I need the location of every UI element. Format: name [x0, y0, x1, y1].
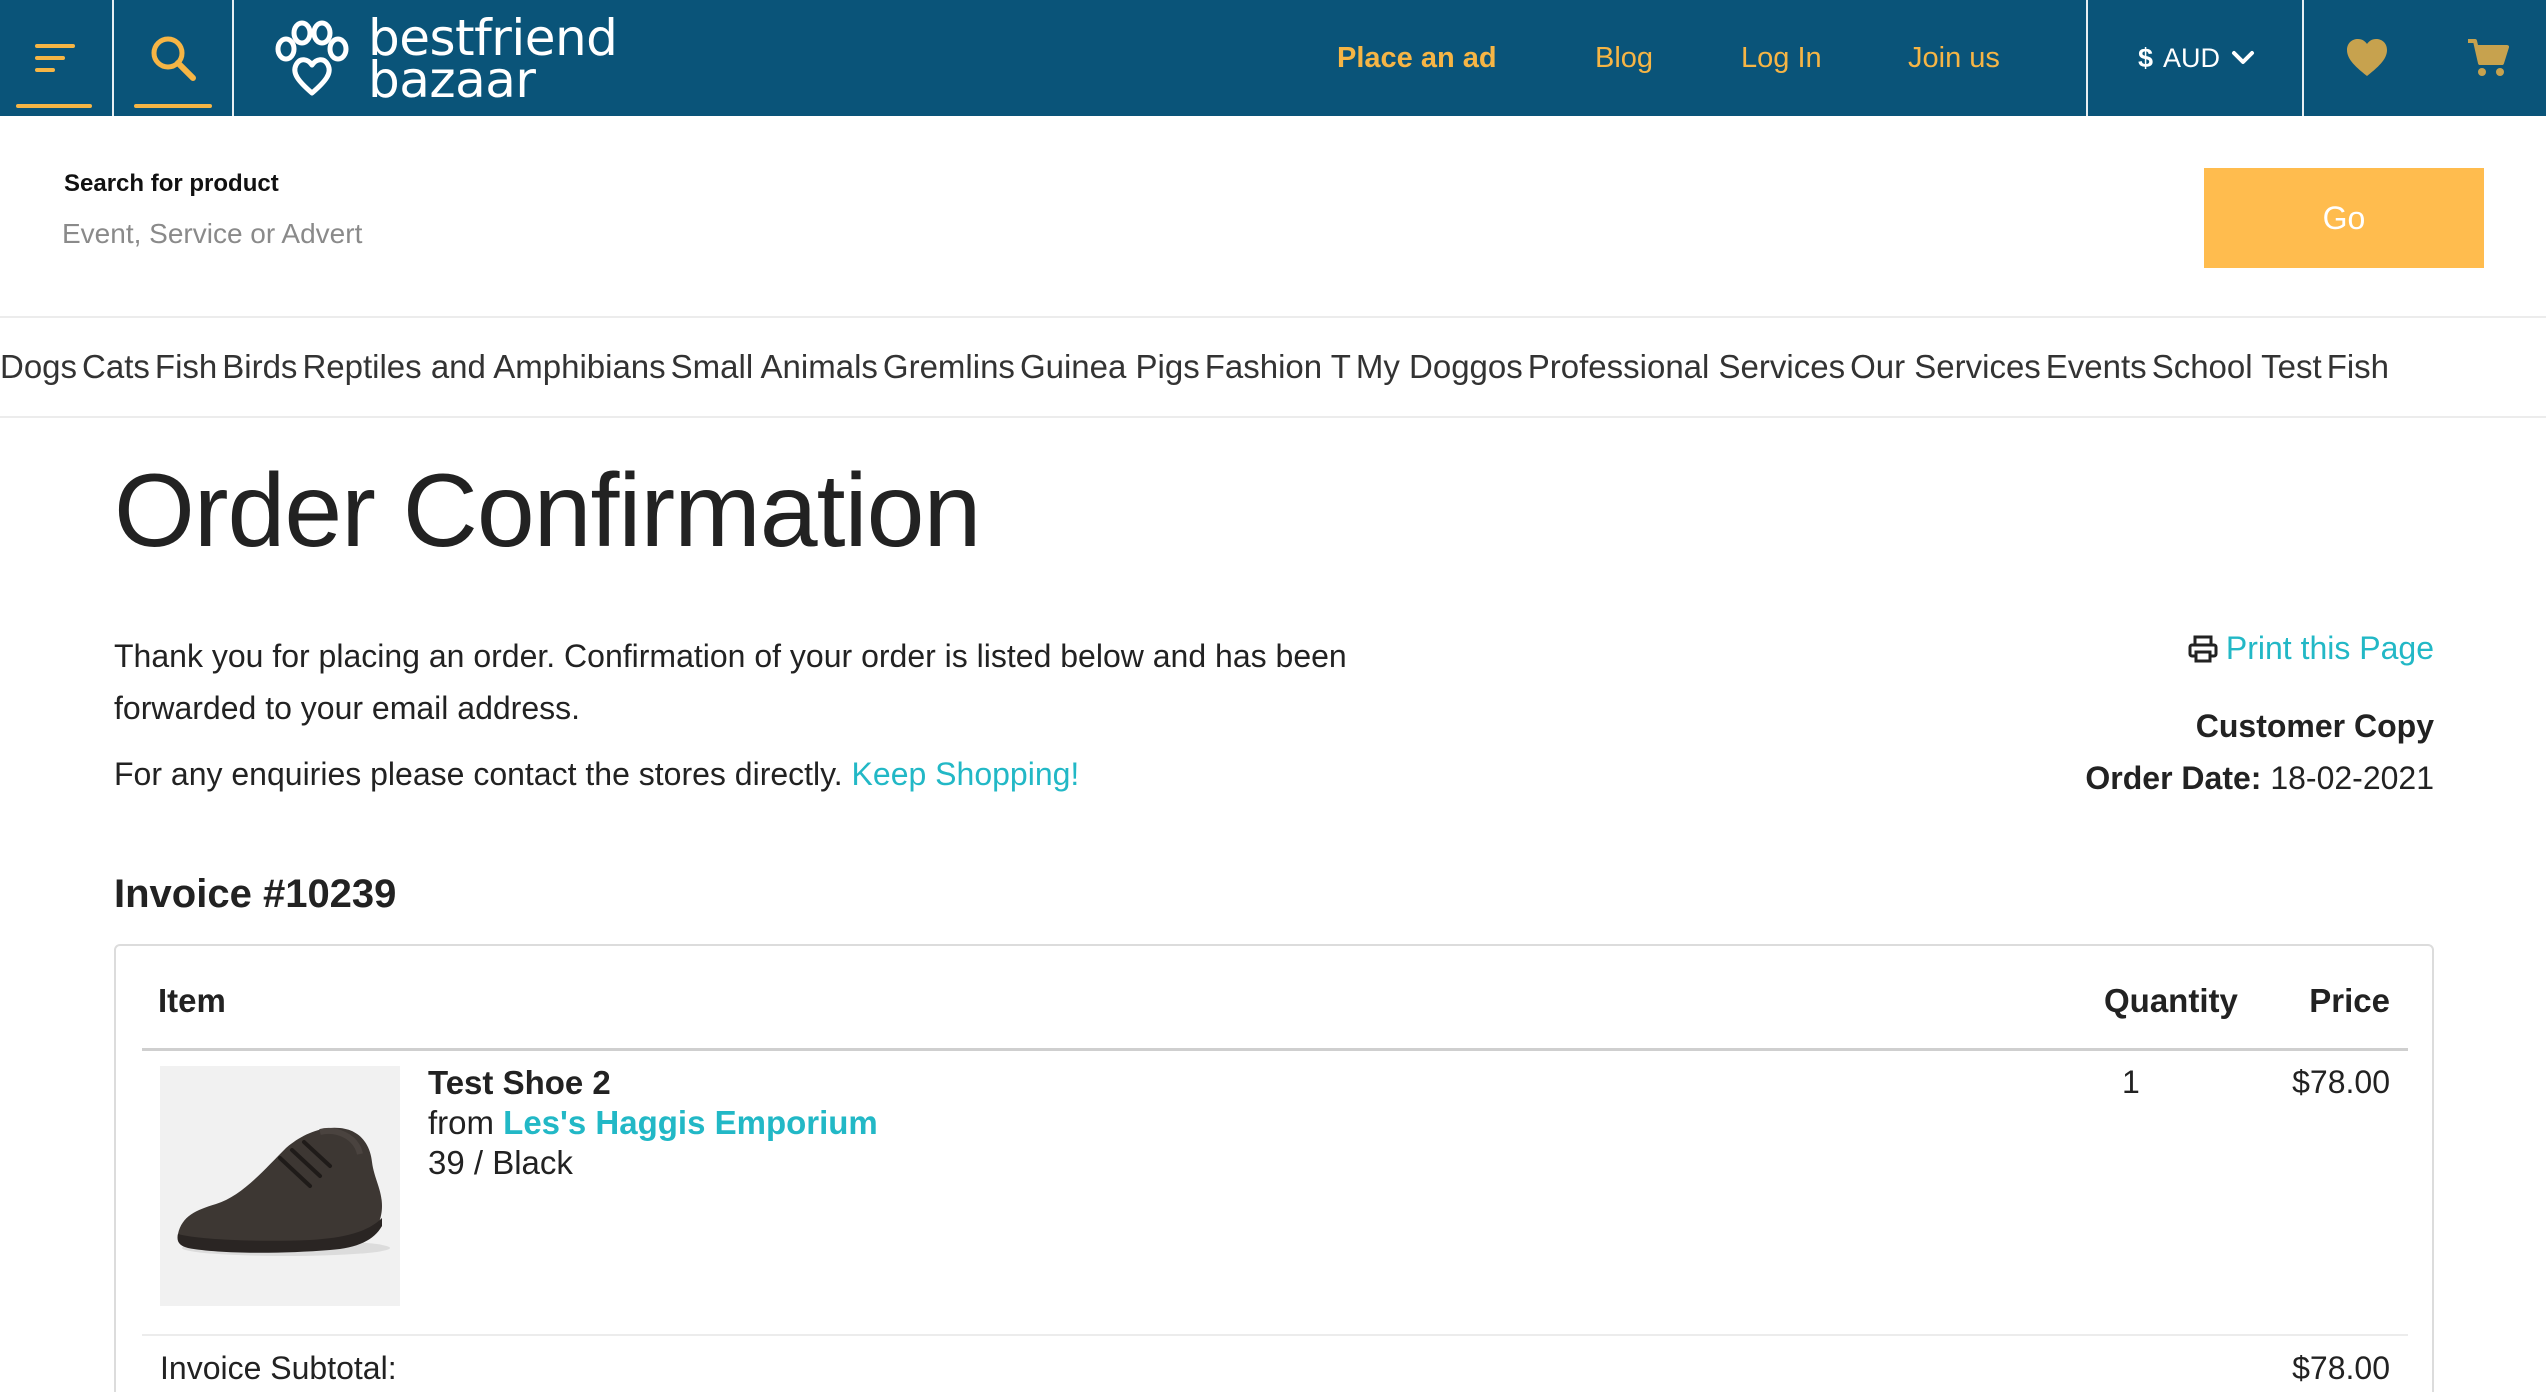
menu-button[interactable] [0, 0, 112, 116]
category-link[interactable]: Gremlins [883, 348, 1015, 386]
place-ad-link[interactable]: Place an ad [1337, 0, 1497, 116]
subtotal-value: $78.00 [2292, 1350, 2390, 1386]
category-list: Dogs Cats Fish Birds Reptiles and Amphibians… [0, 318, 2394, 416]
category-link[interactable]: Events [2046, 348, 2147, 386]
print-page-link[interactable]: Print this Page [2188, 630, 2434, 667]
product-image[interactable] [160, 1066, 400, 1306]
currency-symbol: $ [2137, 42, 2153, 73]
currency-code: AUD [2163, 42, 2221, 73]
category-link[interactable]: Professional Services [1528, 348, 1845, 386]
shoe-image [160, 1066, 400, 1306]
header-price: Price [2309, 982, 2390, 1019]
category-link[interactable]: Cats [82, 348, 150, 386]
enquiry-message: For any enquiries please contact the sto… [114, 756, 843, 792]
logo-text: bestfriend bazaar [368, 9, 618, 109]
paw-logo-icon [275, 20, 349, 96]
search-label: Search for product [64, 170, 279, 197]
product-store: from Les's Haggis Emporium [428, 1104, 878, 1142]
from-label: from [428, 1104, 494, 1141]
category-link[interactable]: Fish [2327, 348, 2389, 386]
go-button[interactable]: Go [2204, 168, 2484, 268]
search-underline [134, 104, 212, 108]
header-divider [142, 1048, 2408, 1051]
print-label: Print this Page [2225, 630, 2434, 666]
category-link[interactable]: Our Services [1850, 348, 2041, 386]
category-link[interactable]: Fish [155, 348, 217, 386]
top-navigation-bar: bestfriend bazaar Place an ad Blog Log I… [0, 0, 2546, 116]
keep-shopping-link[interactable]: Keep Shopping! [852, 756, 1080, 792]
cart-button[interactable] [2430, 0, 2546, 116]
category-link[interactable]: Birds [222, 348, 297, 386]
category-link[interactable]: My Doggos [1356, 348, 1523, 386]
category-link[interactable]: Dogs [0, 348, 77, 386]
heart-icon [2347, 39, 2387, 76]
cart-icon [2468, 39, 2509, 76]
chevron-down-icon [2232, 51, 2255, 64]
blog-link[interactable]: Blog [1595, 0, 1653, 116]
page-title: Order Confirmation [114, 453, 981, 569]
category-link[interactable]: Guinea Pigs [1020, 348, 1200, 386]
order-date-label: Order Date: [2085, 760, 2262, 796]
row-divider [142, 1334, 2408, 1336]
product-name: Test Shoe 2 [428, 1064, 611, 1101]
search-input[interactable] [62, 212, 1562, 256]
store-link[interactable]: Les's Haggis Emporium [503, 1104, 878, 1141]
order-date: Order Date: 18-02-2021 [2085, 760, 2434, 797]
order-date-value: 18-02-2021 [2270, 760, 2434, 796]
category-bar: Dogs Cats Fish Birds Reptiles and Amphibians… [0, 316, 2546, 418]
menu-icon [35, 44, 75, 72]
product-variant: 39 / Black [428, 1144, 573, 1181]
enquiry-text: For any enquiries please contact the sto… [114, 756, 1079, 793]
product-price: $78.00 [2292, 1064, 2390, 1100]
search-toggle-button[interactable] [114, 0, 232, 116]
product-quantity: 1 [2122, 1064, 2140, 1100]
site-logo[interactable]: bestfriend bazaar [270, 9, 618, 109]
favorites-button[interactable] [2306, 0, 2428, 116]
customer-copy-label: Customer Copy [2195, 708, 2434, 744]
category-link[interactable]: Reptiles and Amphibians [302, 348, 665, 386]
search-icon [151, 36, 196, 81]
currency-selector[interactable]: $ AUD [2090, 0, 2304, 116]
join-link[interactable]: Join us [1908, 0, 2000, 116]
invoice-title: Invoice #10239 [114, 872, 397, 916]
intro-text: Thank you for placing an order. Confirma… [114, 638, 1347, 726]
login-link[interactable]: Log In [1741, 0, 1822, 116]
invoice-table: Item Quantity Price Test Shoe 2 from Les… [114, 944, 2434, 1392]
category-link[interactable]: Fashion T [1205, 348, 1351, 386]
printer-icon [2188, 635, 2218, 662]
category-link[interactable]: School Test [2152, 348, 2322, 386]
header-quantity: Quantity [2104, 982, 2238, 1019]
subtotal-label: Invoice Subtotal: [160, 1350, 397, 1386]
header-item: Item [158, 982, 226, 1019]
menu-underline [16, 104, 92, 108]
category-link[interactable]: Small Animals [671, 348, 878, 386]
